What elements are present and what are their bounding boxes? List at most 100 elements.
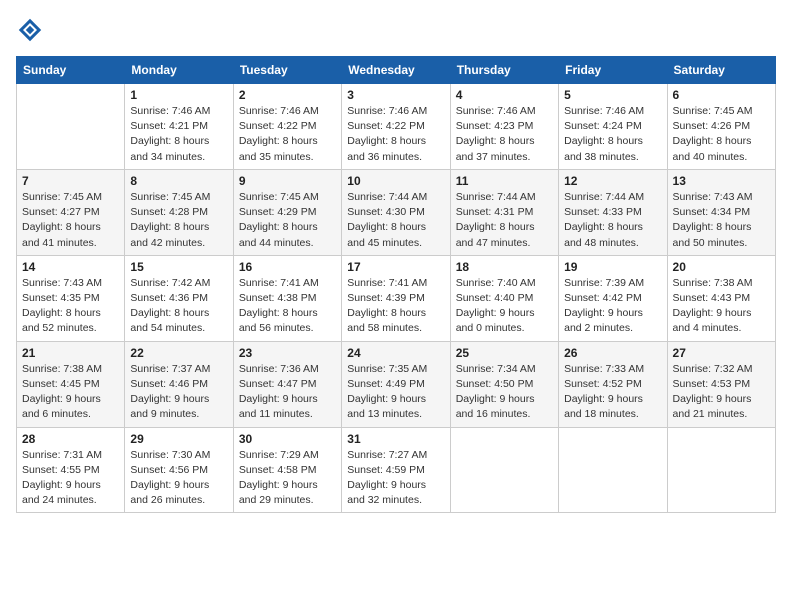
day-info: Sunrise: 7:46 AMSunset: 4:24 PMDaylight:… bbox=[564, 104, 661, 165]
weekday-header: Saturday bbox=[667, 57, 775, 84]
day-number: 5 bbox=[564, 88, 661, 102]
day-number: 24 bbox=[347, 346, 444, 360]
calendar-cell: 22 Sunrise: 7:37 AMSunset: 4:46 PMDayligh… bbox=[125, 341, 233, 427]
day-number: 26 bbox=[564, 346, 661, 360]
day-number: 23 bbox=[239, 346, 336, 360]
calendar-cell: 30Sunrise: 7:29 AMSunset: 4:58 PMDayligh… bbox=[233, 427, 341, 513]
calendar-cell: 20 Sunrise: 7:38 AMSunset: 4:43 PMDayligh… bbox=[667, 255, 775, 341]
weekday-header: Tuesday bbox=[233, 57, 341, 84]
weekday-header: Thursday bbox=[450, 57, 558, 84]
day-number: 29 bbox=[130, 432, 227, 446]
calendar-cell: 15 Sunrise: 7:42 AMSunset: 4:36 PMDayligh… bbox=[125, 255, 233, 341]
day-number: 10 bbox=[347, 174, 444, 188]
calendar-cell: 8Sunrise: 7:45 AMSunset: 4:28 PMDaylight… bbox=[125, 169, 233, 255]
day-number: 14 bbox=[22, 260, 119, 274]
day-info: Sunrise: 7:43 AMSunset: 4:34 PMDaylight:… bbox=[673, 190, 770, 251]
day-number: 4 bbox=[456, 88, 553, 102]
day-info: Sunrise: 7:39 AMSunset: 4:42 PMDaylight:… bbox=[564, 276, 661, 337]
calendar-cell: 3 Sunrise: 7:46 AMSunset: 4:22 PMDaylight… bbox=[342, 84, 450, 170]
calendar-cell: 17 Sunrise: 7:41 AMSunset: 4:39 PMDayligh… bbox=[342, 255, 450, 341]
calendar-cell: 28 Sunrise: 7:31 AMSunset: 4:55 PMDayligh… bbox=[17, 427, 125, 513]
calendar-cell: 9 Sunrise: 7:45 AMSunset: 4:29 PMDaylight… bbox=[233, 169, 341, 255]
calendar-cell: 1 Sunrise: 7:46 AMSunset: 4:21 PMDaylight… bbox=[125, 84, 233, 170]
calendar-cell: 29 Sunrise: 7:30 AMSunset: 4:56 PMDayligh… bbox=[125, 427, 233, 513]
calendar-cell bbox=[17, 84, 125, 170]
day-info: Sunrise: 7:38 AMSunset: 4:43 PMDaylight:… bbox=[673, 276, 770, 337]
calendar-cell: 26 Sunrise: 7:33 AMSunset: 4:52 PMDayligh… bbox=[559, 341, 667, 427]
day-info: Sunrise: 7:31 AMSunset: 4:55 PMDaylight:… bbox=[22, 448, 119, 509]
day-number: 9 bbox=[239, 174, 336, 188]
day-info: Sunrise: 7:45 AMSunset: 4:26 PMDaylight:… bbox=[673, 104, 770, 165]
calendar-cell: 23 Sunrise: 7:36 AMSunset: 4:47 PMDayligh… bbox=[233, 341, 341, 427]
day-info: Sunrise: 7:42 AMSunset: 4:36 PMDaylight:… bbox=[130, 276, 227, 337]
day-number: 19 bbox=[564, 260, 661, 274]
day-number: 20 bbox=[673, 260, 770, 274]
calendar-cell: 24 Sunrise: 7:35 AMSunset: 4:49 PMDayligh… bbox=[342, 341, 450, 427]
calendar-cell: 2Sunrise: 7:46 AMSunset: 4:22 PMDaylight… bbox=[233, 84, 341, 170]
day-info: Sunrise: 7:27 AMSunset: 4:59 PMDaylight:… bbox=[347, 448, 444, 509]
day-info: Sunrise: 7:44 AMSunset: 4:33 PMDaylight:… bbox=[564, 190, 661, 251]
day-number: 31 bbox=[347, 432, 444, 446]
day-number: 25 bbox=[456, 346, 553, 360]
calendar-cell: 19 Sunrise: 7:39 AMSunset: 4:42 PMDayligh… bbox=[559, 255, 667, 341]
day-number: 12 bbox=[564, 174, 661, 188]
day-number: 8 bbox=[130, 174, 227, 188]
day-number: 22 bbox=[130, 346, 227, 360]
day-number: 1 bbox=[130, 88, 227, 102]
day-info: Sunrise: 7:44 AMSunset: 4:31 PMDaylight:… bbox=[456, 190, 553, 251]
calendar-cell: 7 Sunrise: 7:45 AMSunset: 4:27 PMDaylight… bbox=[17, 169, 125, 255]
calendar-table: SundayMondayTuesdayWednesdayThursdayFrid… bbox=[16, 56, 776, 513]
day-info: Sunrise: 7:30 AMSunset: 4:56 PMDaylight:… bbox=[130, 448, 227, 509]
weekday-header: Monday bbox=[125, 57, 233, 84]
day-number: 27 bbox=[673, 346, 770, 360]
day-number: 21 bbox=[22, 346, 119, 360]
calendar-week-row: 14 Sunrise: 7:43 AMSunset: 4:35 PMDayligh… bbox=[17, 255, 776, 341]
day-info: Sunrise: 7:37 AMSunset: 4:46 PMDaylight:… bbox=[130, 362, 227, 423]
day-number: 13 bbox=[673, 174, 770, 188]
day-info: Sunrise: 7:46 AMSunset: 4:21 PMDaylight:… bbox=[130, 104, 227, 165]
calendar-week-row: 1 Sunrise: 7:46 AMSunset: 4:21 PMDaylight… bbox=[17, 84, 776, 170]
calendar-cell: 18 Sunrise: 7:40 AMSunset: 4:40 PMDayligh… bbox=[450, 255, 558, 341]
calendar-cell: 6Sunrise: 7:45 AMSunset: 4:26 PMDaylight… bbox=[667, 84, 775, 170]
calendar-cell: 25 Sunrise: 7:34 AMSunset: 4:50 PMDayligh… bbox=[450, 341, 558, 427]
weekday-header: Sunday bbox=[17, 57, 125, 84]
day-info: Sunrise: 7:41 AMSunset: 4:38 PMDaylight:… bbox=[239, 276, 336, 337]
day-info: Sunrise: 7:45 AMSunset: 4:29 PMDaylight:… bbox=[239, 190, 336, 251]
day-info: Sunrise: 7:46 AMSunset: 4:22 PMDaylight:… bbox=[347, 104, 444, 165]
day-info: Sunrise: 7:46 AMSunset: 4:23 PMDaylight:… bbox=[456, 104, 553, 165]
weekday-header: Wednesday bbox=[342, 57, 450, 84]
weekday-header: Friday bbox=[559, 57, 667, 84]
calendar-cell: 11 Sunrise: 7:44 AMSunset: 4:31 PMDayligh… bbox=[450, 169, 558, 255]
day-number: 7 bbox=[22, 174, 119, 188]
calendar-week-row: 21 Sunrise: 7:38 AMSunset: 4:45 PMDayligh… bbox=[17, 341, 776, 427]
day-info: Sunrise: 7:34 AMSunset: 4:50 PMDaylight:… bbox=[456, 362, 553, 423]
day-number: 15 bbox=[130, 260, 227, 274]
calendar-cell bbox=[559, 427, 667, 513]
day-number: 3 bbox=[347, 88, 444, 102]
day-number: 17 bbox=[347, 260, 444, 274]
day-info: Sunrise: 7:43 AMSunset: 4:35 PMDaylight:… bbox=[22, 276, 119, 337]
day-info: Sunrise: 7:35 AMSunset: 4:49 PMDaylight:… bbox=[347, 362, 444, 423]
calendar-cell: 31 Sunrise: 7:27 AMSunset: 4:59 PMDayligh… bbox=[342, 427, 450, 513]
calendar-cell: 13 Sunrise: 7:43 AMSunset: 4:34 PMDayligh… bbox=[667, 169, 775, 255]
calendar-cell: 10Sunrise: 7:44 AMSunset: 4:30 PMDayligh… bbox=[342, 169, 450, 255]
calendar-cell bbox=[450, 427, 558, 513]
day-info: Sunrise: 7:40 AMSunset: 4:40 PMDaylight:… bbox=[456, 276, 553, 337]
day-info: Sunrise: 7:32 AMSunset: 4:53 PMDaylight:… bbox=[673, 362, 770, 423]
day-number: 2 bbox=[239, 88, 336, 102]
day-info: Sunrise: 7:33 AMSunset: 4:52 PMDaylight:… bbox=[564, 362, 661, 423]
day-info: Sunrise: 7:41 AMSunset: 4:39 PMDaylight:… bbox=[347, 276, 444, 337]
day-info: Sunrise: 7:36 AMSunset: 4:47 PMDaylight:… bbox=[239, 362, 336, 423]
day-number: 18 bbox=[456, 260, 553, 274]
day-number: 28 bbox=[22, 432, 119, 446]
day-info: Sunrise: 7:45 AMSunset: 4:27 PMDaylight:… bbox=[22, 190, 119, 251]
calendar-cell: 21 Sunrise: 7:38 AMSunset: 4:45 PMDayligh… bbox=[17, 341, 125, 427]
day-number: 30 bbox=[239, 432, 336, 446]
calendar-header-row: SundayMondayTuesdayWednesdayThursdayFrid… bbox=[17, 57, 776, 84]
day-number: 11 bbox=[456, 174, 553, 188]
calendar-week-row: 7 Sunrise: 7:45 AMSunset: 4:27 PMDaylight… bbox=[17, 169, 776, 255]
day-info: Sunrise: 7:38 AMSunset: 4:45 PMDaylight:… bbox=[22, 362, 119, 423]
calendar-week-row: 28 Sunrise: 7:31 AMSunset: 4:55 PMDayligh… bbox=[17, 427, 776, 513]
calendar-cell: 14 Sunrise: 7:43 AMSunset: 4:35 PMDayligh… bbox=[17, 255, 125, 341]
calendar-cell: 12 Sunrise: 7:44 AMSunset: 4:33 PMDayligh… bbox=[559, 169, 667, 255]
